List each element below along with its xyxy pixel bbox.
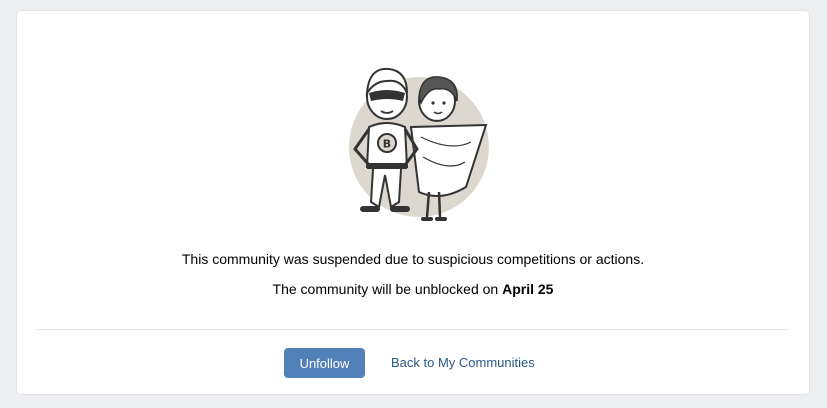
back-to-my-communities-link[interactable]: Back to My Communities xyxy=(391,355,535,370)
suspension-message: This community was suspended due to susp… xyxy=(181,251,645,267)
unblock-date: April 25 xyxy=(502,281,554,297)
unfollow-button[interactable]: Unfollow xyxy=(284,348,365,378)
suspension-card: B This community was suspended due to su… xyxy=(16,10,810,395)
unblock-date-message: The community will be unblocked on April… xyxy=(17,281,809,297)
divider xyxy=(37,329,789,330)
unblock-date-prefix: The community will be unblocked on xyxy=(272,281,503,297)
superhero-couple-illustration: B xyxy=(341,57,491,222)
emblem-letter: B xyxy=(383,138,391,151)
